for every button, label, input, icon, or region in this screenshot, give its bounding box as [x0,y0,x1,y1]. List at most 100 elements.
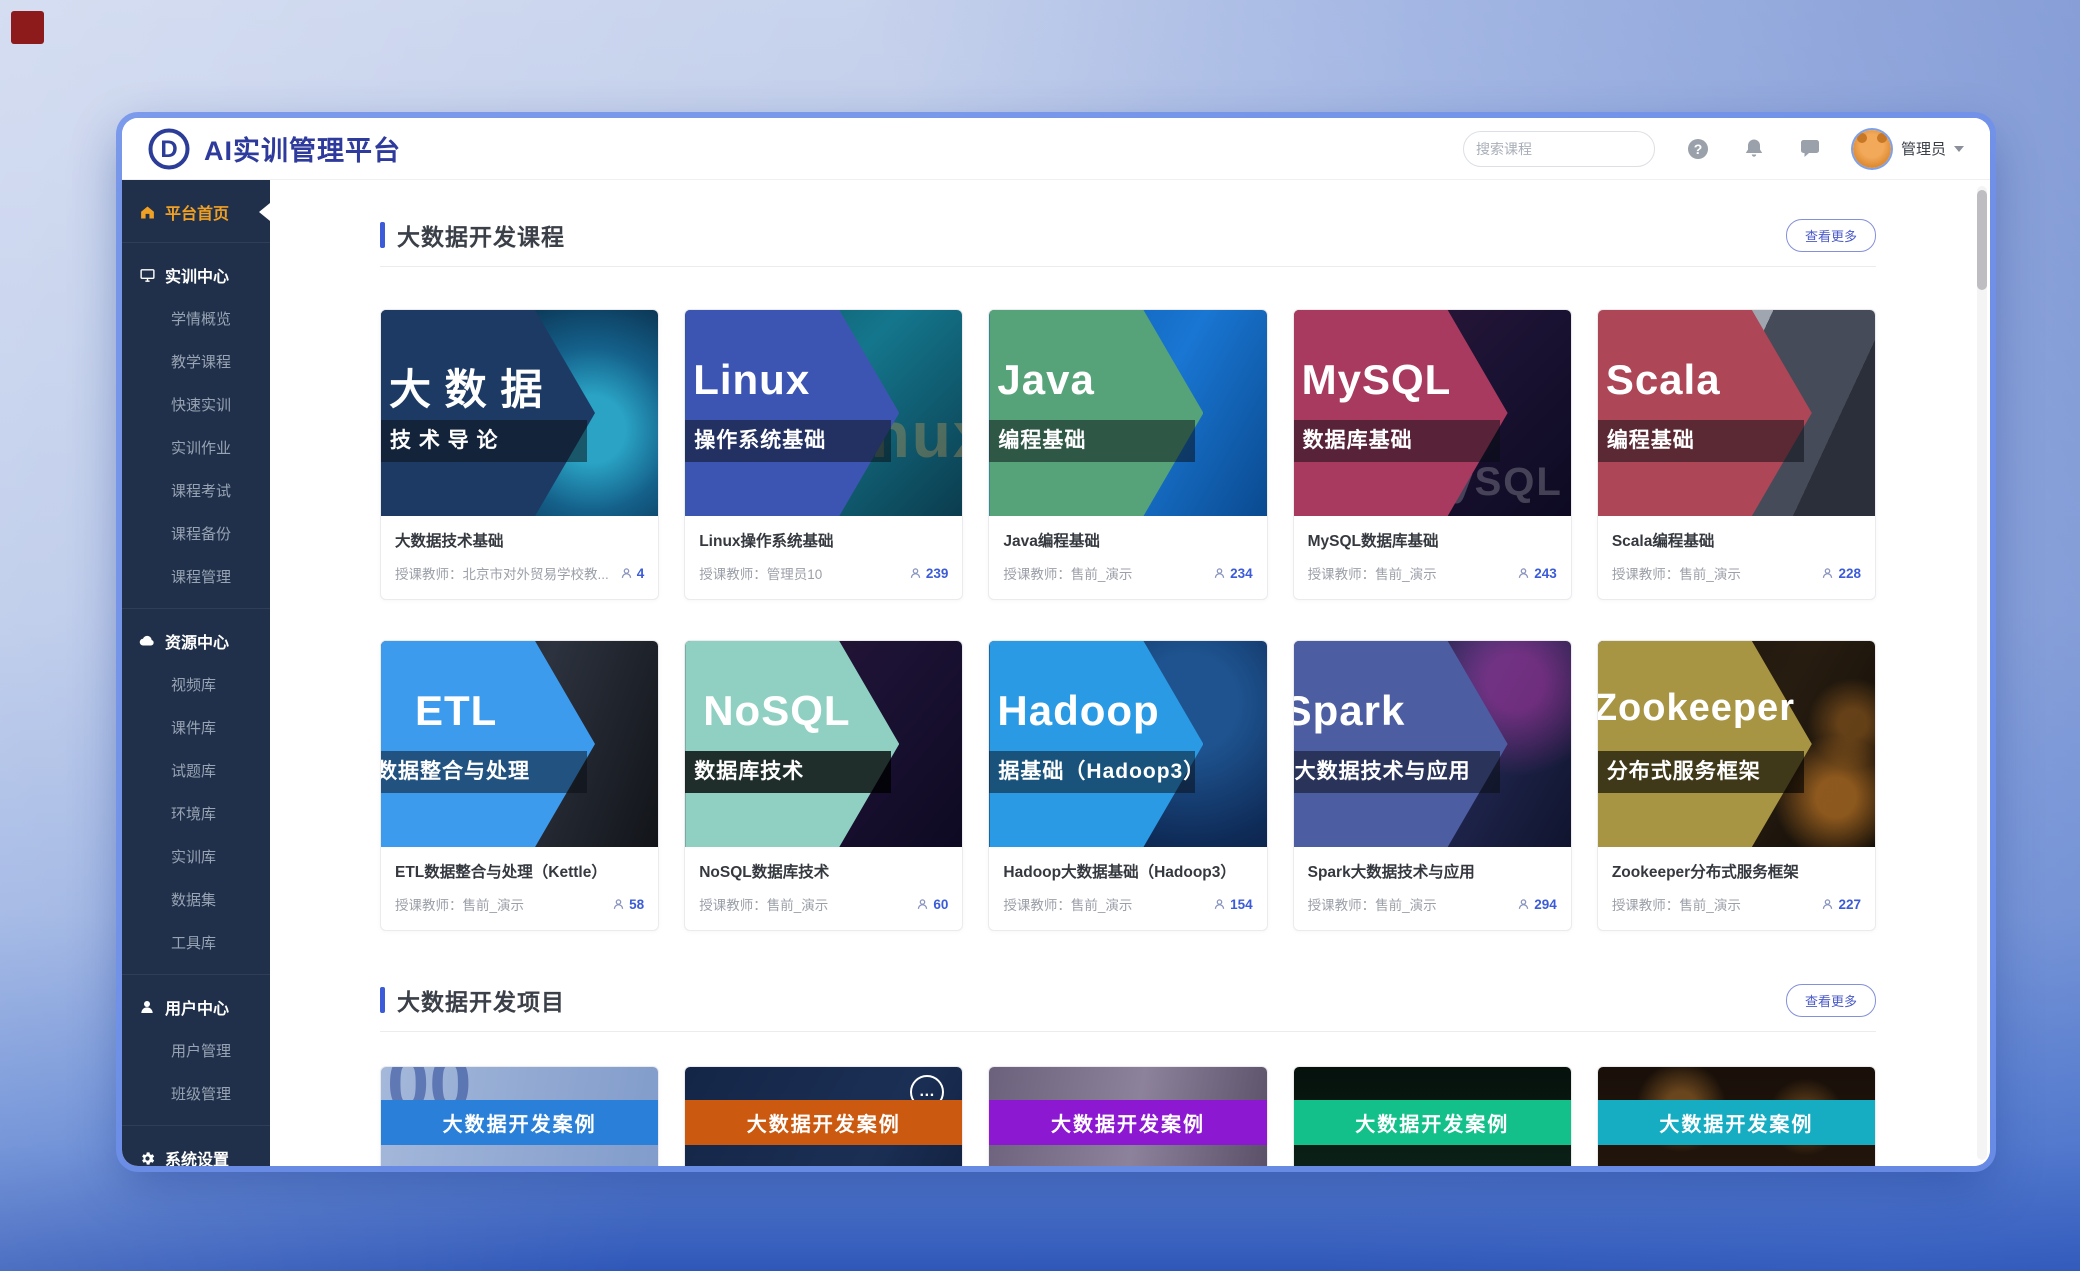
banner-title: Linux [693,356,810,404]
banner-title: Spark [1294,687,1406,735]
sidebar-item-course-management[interactable]: 课程管理 [122,555,270,598]
course-card-linux[interactable]: Linux Linux 操作系统基础 Linux操作系统基础 授课教师：管理员1… [684,309,963,600]
sidebar-section-label: 资源中心 [165,629,229,653]
sidebar-section-training[interactable]: 实训中心 [122,253,270,297]
banner-arrow-shape [1294,641,1508,847]
course-title: 大数据技术基础 [395,529,644,551]
banner-arrow-shape [1598,310,1812,516]
sidebar-item-training-library[interactable]: 实训库 [122,835,270,878]
sidebar-group-resources: 资源中心 视频库 课件库 试题库 环境库 实训库 数据集 工具库 [122,608,270,964]
course-banner-image: 大 数 据 技 术 导 论 [381,310,658,516]
sidebar-item-quick-training[interactable]: 快速实训 [122,383,270,426]
student-count: 294 [1517,897,1557,912]
home-icon [138,203,156,221]
bell-icon[interactable] [1741,136,1767,162]
course-banner-image: MySQL MySQL 数据库基础 [1294,310,1571,516]
sidebar-item-label: 课程备份 [171,523,231,544]
banner-subtitle: 操作系统基础 [685,420,891,462]
sidebar-section-system-settings[interactable]: 系统设置 [122,1136,270,1166]
banner-arrow-shape [381,641,595,847]
course-card-zookeeper[interactable]: Zookeeper 分布式服务框架 Zookeeper分布式服务框架 授课教师：… [1597,640,1876,931]
sidebar-section-label: 实训中心 [165,263,229,287]
student-count: 227 [1821,897,1861,912]
project-image: … 大数据开发案例 [685,1067,962,1166]
course-teacher: 授课教师：售前_演示 [1308,563,1518,583]
user-name[interactable]: 管理员 [1901,138,1946,159]
search-input[interactable] [1476,141,1657,157]
course-card-java[interactable]: Java 编程基础 Java编程基础 授课教师：售前_演示 234 [988,309,1267,600]
course-title: Zookeeper分布式服务框架 [1612,860,1861,882]
sidebar-section-resources[interactable]: 资源中心 [122,619,270,663]
sidebar-item-dataset[interactable]: 数据集 [122,878,270,921]
sidebar-section-user-center[interactable]: 用户中心 [122,985,270,1029]
banner-subtitle: 据基础（Hadoop3） [989,751,1195,793]
project-grid: 00 大数据开发案例 … 大数据开发案例 大数据开发案例 [380,1066,1876,1166]
sidebar-item-question-library[interactable]: 试题库 [122,749,270,792]
banner-title: ETL [415,687,497,735]
project-card[interactable]: 大数据开发案例 [1293,1066,1572,1166]
sidebar-item-user-management[interactable]: 用户管理 [122,1029,270,1072]
sidebar-item-video-library[interactable]: 视频库 [122,663,270,706]
course-card-bigdata[interactable]: 大 数 据 技 术 导 论 大数据技术基础 授课教师：北京市对外贸易学校教...… [380,309,659,600]
sidebar-item-label: 课件库 [171,717,216,738]
view-more-button[interactable]: 查看更多 [1786,219,1876,252]
sidebar-item-label: 试题库 [171,760,216,781]
student-count: 234 [1213,566,1253,581]
course-title: Spark大数据技术与应用 [1308,860,1557,882]
course-banner-image: Java 编程基础 [989,310,1266,516]
sidebar-item-training-homework[interactable]: 实训作业 [122,426,270,469]
search-box[interactable] [1463,131,1655,167]
chevron-down-icon[interactable] [1954,146,1964,152]
help-icon[interactable]: ? [1685,136,1711,162]
sidebar-group-home: 平台首页 [122,180,270,232]
project-image: 00 大数据开发案例 [381,1067,658,1166]
project-image: 大数据开发案例 [1294,1067,1571,1166]
sidebar-section-label: 用户中心 [165,995,229,1019]
course-card-nosql[interactable]: NoSQL 数据库技术 NoSQL数据库技术 授课教师：售前_演示 60 [684,640,963,931]
sidebar-item-course-backup[interactable]: 课程备份 [122,512,270,555]
scrollbar-track[interactable] [1977,186,1987,1160]
sidebar-item-courseware-library[interactable]: 课件库 [122,706,270,749]
student-count: 243 [1517,566,1557,581]
course-card-etl[interactable]: ETL 数据整合与处理 ETL数据整合与处理（Kettle） 授课教师：售前_演… [380,640,659,931]
message-icon[interactable] [1797,136,1823,162]
sidebar-item-label: 视频库 [171,674,216,695]
course-card-spark[interactable]: Spark 大数据技术与应用 Spark大数据技术与应用 授课教师：售前_演示 … [1293,640,1572,931]
project-card[interactable]: 00 大数据开发案例 [380,1066,659,1166]
sidebar-item-home[interactable]: 平台首页 [122,192,270,232]
sidebar-item-learning-overview[interactable]: 学情概览 [122,297,270,340]
sidebar-item-label: 平台首页 [165,200,229,224]
course-card-mysql[interactable]: MySQL MySQL 数据库基础 MySQL数据库基础 授课教师：售前_演示 [1293,309,1572,600]
sidebar-item-label: 课程考试 [171,480,231,501]
course-card-hadoop[interactable]: Hadoop 据基础（Hadoop3） Hadoop大数据基础（Hadoop3）… [988,640,1267,931]
banner-arrow-shape [685,641,899,847]
course-card-scala[interactable]: Scala 编程基础 Scala编程基础 授课教师：售前_演示 228 [1597,309,1876,600]
person-icon [1821,567,1834,580]
svg-text:D: D [160,136,177,163]
sidebar-section-label: 系统设置 [165,1146,229,1166]
student-count: 228 [1821,566,1861,581]
sidebar-item-environment-library[interactable]: 环境库 [122,792,270,835]
student-count: 154 [1213,897,1253,912]
project-card[interactable]: 大数据开发案例 [988,1066,1267,1166]
view-more-button[interactable]: 查看更多 [1786,984,1876,1017]
sidebar-item-label: 学情概览 [171,308,231,329]
section-title: 大数据开发课程 [397,218,1786,252]
sidebar-item-course-exam[interactable]: 课程考试 [122,469,270,512]
banner-subtitle: 大数据技术与应用 [1294,751,1500,793]
student-count: 4 [620,566,645,581]
user-avatar[interactable] [1853,130,1891,168]
sidebar-item-class-management[interactable]: 班级管理 [122,1072,270,1115]
course-title: Scala编程基础 [1612,529,1861,551]
person-icon [1213,567,1226,580]
sidebar-item-tool-library[interactable]: 工具库 [122,921,270,964]
section-header-projects: 大数据开发项目 查看更多 [380,983,1876,1017]
scrollbar-thumb[interactable] [1977,190,1987,290]
course-banner-image: Zookeeper 分布式服务框架 [1598,641,1875,847]
project-card[interactable]: … 大数据开发案例 [684,1066,963,1166]
course-title: MySQL数据库基础 [1308,529,1557,551]
sidebar-item-teaching-courses[interactable]: 教学课程 [122,340,270,383]
sidebar-item-label: 班级管理 [171,1083,231,1104]
project-card[interactable]: 大数据开发案例 [1597,1066,1876,1166]
sidebar-item-label: 工具库 [171,932,216,953]
